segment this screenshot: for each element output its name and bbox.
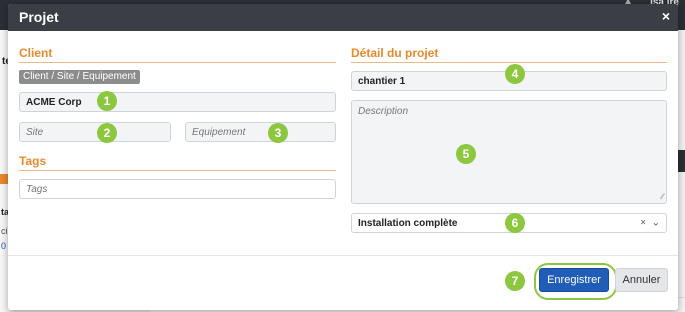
- tags-input[interactable]: Tags: [19, 179, 336, 199]
- tags-section-divider: [19, 170, 336, 171]
- equipment-field[interactable]: Equipement: [185, 122, 336, 142]
- site-field[interactable]: Site: [19, 122, 171, 142]
- background-accent-marker: [0, 174, 8, 184]
- modal-title: Projet: [19, 9, 59, 25]
- project-modal: Projet × Client Client / Site / Equipeme…: [8, 4, 678, 310]
- callout-marker: 1: [97, 91, 117, 111]
- chevron-down-icon[interactable]: ⌄: [652, 218, 660, 229]
- client-section-title: Client: [19, 46, 53, 60]
- clear-icon[interactable]: ×: [640, 218, 646, 229]
- site-field-placeholder: Site: [26, 126, 44, 138]
- project-type-value: Installation complète: [358, 217, 458, 229]
- callout-marker: 2: [97, 123, 117, 143]
- project-details-section-title: Détail du projet: [351, 46, 439, 60]
- client-site-equipment-badge: Client / Site / Equipement: [19, 70, 140, 84]
- resize-grip-icon[interactable]: ∕∕: [661, 193, 664, 201]
- description-textarea[interactable]: Description ∕∕: [351, 100, 667, 204]
- project-name-value: chantier 1: [358, 75, 406, 87]
- equipment-field-placeholder: Equipement: [192, 126, 246, 138]
- callout-marker: 6: [505, 213, 525, 233]
- callout-marker: 3: [268, 123, 288, 143]
- callout-marker: 7: [505, 271, 525, 291]
- callout-marker: 4: [505, 64, 525, 84]
- save-button-label: Enregistrer: [547, 274, 601, 286]
- modal-header: Projet ×: [8, 4, 678, 31]
- description-placeholder: Description: [358, 106, 409, 117]
- tags-input-placeholder: Tags: [26, 183, 48, 195]
- callout-marker: 5: [456, 144, 476, 164]
- modal-footer-divider: [8, 255, 678, 256]
- select-controls: × ⌄: [640, 218, 660, 229]
- close-icon[interactable]: ×: [662, 8, 670, 24]
- client-field-value: ACME Corp: [26, 96, 82, 108]
- cancel-button[interactable]: Annuler: [615, 268, 668, 292]
- cancel-button-label: Annuler: [622, 274, 661, 286]
- client-field[interactable]: ACME Corp: [19, 92, 336, 112]
- client-section-divider: [19, 62, 336, 63]
- tags-section-title: Tags: [19, 154, 47, 168]
- background-left-text: ci: [1, 226, 8, 236]
- save-button[interactable]: Enregistrer: [539, 268, 609, 292]
- project-details-divider: [351, 62, 667, 63]
- background-left-link: 0: [1, 241, 7, 251]
